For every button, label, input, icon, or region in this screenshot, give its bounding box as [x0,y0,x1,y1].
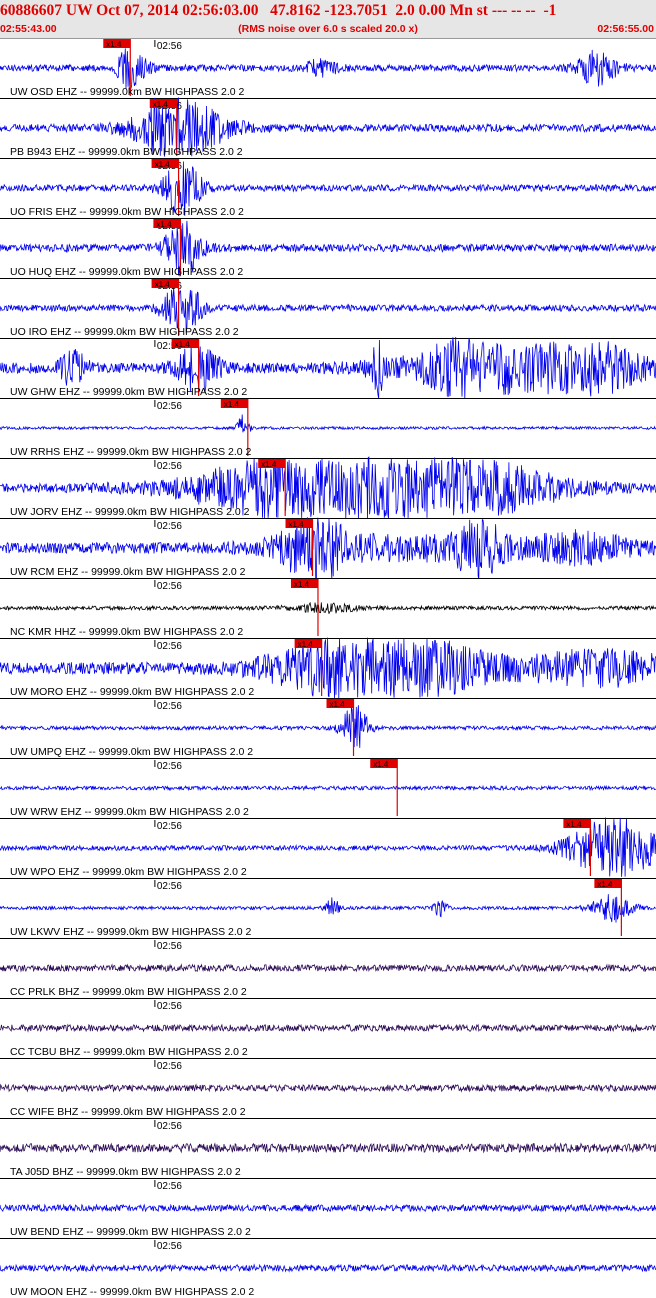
waveform-line [0,414,656,433]
trace-row: 02:56x1.4UO HUQ EHZ -- 99999.0km BW HIGH… [0,218,656,278]
pick-label: x1.4 [294,580,310,589]
minute-tick-label: 02:56 [157,641,182,652]
trace-row: 02:56x1.4UO FRIS EHZ -- 99999.0km BW HIG… [0,158,656,218]
minute-tick-label: 02:56 [157,521,182,532]
trace-row: 02:56 x1.4 UW LKWV EHZ -- 99999.0km BW HIG… [0,878,656,938]
station-label: UW UMPQ EHZ -- 99999.0km BW HIGHPASS 2.0… [10,746,253,758]
waveform-line [0,601,656,614]
pick-label: x1.4 [330,700,346,709]
waveform-line [0,894,656,923]
station-label: UW WPO EHZ -- 99999.0km BW HIGHPASS 2.0 … [10,866,247,878]
trace-row: 02:56 UW MOON EHZ -- 99999.0km BW HIGHPAS… [0,1238,656,1298]
pick-label: x1.4 [153,100,169,109]
scale-note-label: (RMS noise over 6.0 s scaled 20.0 x) [238,23,418,35]
minute-tick-label: 02:56 [157,1181,182,1192]
minute-tick-label: 02:56 [157,1001,182,1012]
minute-tick-label: 02:56 [157,1121,182,1132]
station-label: CC PRLK BHZ -- 99999.0km BW HIGHPASS 2.0… [10,986,247,998]
station-label: UW RCM EHZ -- 99999.0km BW HIGHPASS 2.0 … [10,566,246,578]
trace-row: 02:56 UW BEND EHZ -- 99999.0km BW HIGHPAS… [0,1178,656,1238]
trace-row: 02:56 x1.4 UW RRHS EHZ -- 99999.0km BW HIG… [0,398,656,458]
station-label: UW WRW EHZ -- 99999.0km BW HIGHPASS 2.0 … [10,806,249,818]
trace-row: 02:56 x1.4 UW RCM EHZ -- 99999.0km BW HIGH… [0,517,656,580]
minute-tick-label: 02:56 [157,821,182,832]
pick-label: x1.4 [156,220,172,229]
pick-label: x1.4 [155,160,171,169]
minute-tick-label: 02:56 [157,401,182,412]
pick-label: x1.4 [298,640,314,649]
waveform-line [0,705,656,748]
trace-row: 02:56x1.4UO IRO EHZ -- 99999.0km BW HIGH… [0,278,656,338]
waveform-line [0,1142,656,1154]
station-label: PB B943 EHZ -- 99999.0km BW HIGHPASS 2.0… [10,146,243,158]
waveform-line [0,963,656,973]
trace-row: 02:56 x1.4 UW WPO EHZ -- 99999.0km BW HIGH… [0,817,656,878]
pick-label: x1.4 [289,520,305,529]
waveform-line [0,1203,656,1213]
waveform-line [0,1023,656,1033]
trace-row: 02:56 TA J05D BHZ -- 99999.0km BW HIGHPAS… [0,1118,656,1178]
waveform-line [0,784,656,792]
minute-tick-label: 02:56 [157,41,182,52]
pick-label: x1.4 [566,820,582,829]
trace-row: 02:56 x1.4 UW WRW EHZ -- 99999.0km BW HIGH… [0,758,656,818]
minute-tick-label: 02:56 [157,1241,182,1252]
station-label: UO HUQ EHZ -- 99999.0km BW HIGHPASS 2.0 … [10,266,243,278]
station-label: TA J05D BHZ -- 99999.0km BW HIGHPASS 2.0… [10,1166,241,1178]
station-label: UO IRO EHZ -- 99999.0km BW HIGHPASS 2.0 … [10,326,239,338]
trace-row: 02:56x1.4PB B943 EHZ -- 99999.0km BW HIG… [0,97,656,158]
station-label: CC WIFE BHZ -- 99999.0km BW HIGHPASS 2.0… [10,1106,246,1118]
minute-tick-label: 02:56 [157,581,182,592]
minute-tick-label: 02:56 [157,701,182,712]
seismogram-panel: 02:56 x1.4 UW OSD EHZ -- 99999.0km BW HIGH… [0,39,656,1298]
station-label: UW MORO EHZ -- 99999.0km BW HIGHPASS 2.0… [10,686,254,698]
pick-label: x1.4 [261,460,277,469]
station-label: UW GHW EHZ -- 99999.0km BW HIGHPASS 2.0 … [10,386,247,398]
station-label: NC KMR HHZ -- 99999.0km BW HIGHPASS 2.0 … [10,626,243,638]
trace-row: 02:56 x1.4 UW OSD EHZ -- 99999.0km BW HIGH… [0,39,656,98]
event-header: 60886607 UW Oct 07, 2014 02:56:03.00 47.… [0,0,656,39]
station-label: UW BEND EHZ -- 99999.0km BW HIGHPASS 2.0… [10,1226,251,1238]
trace-row: 02:56 x1.4 UW JORV EHZ -- 99999.0km BW HIG… [0,456,656,519]
end-time-label: 02:56:55.00 [597,23,654,35]
trace-row: 02:56x1.4UW GHW EHZ -- 99999.0km BW HIGH… [0,336,656,400]
pick-label: x1.4 [106,40,122,49]
station-label: UW OSD EHZ -- 99999.0km BW HIGHPASS 2.0 … [10,86,245,98]
trace-row: 02:56 x1.4 UW MORO EHZ -- 99999.0km BW HIG… [0,637,656,699]
minute-tick-label: 02:56 [157,461,182,472]
pick-label: x1.4 [373,760,389,769]
trace-row: 02:56 x1.4 UW UMPQ EHZ -- 99999.0km BW HIG… [0,698,656,758]
minute-tick-label: 02:56 [157,761,182,772]
trace-row: 02:56 CC TCBU BHZ -- 99999.0km BW HIGHPAS… [0,998,656,1058]
waveform-line [0,1083,656,1093]
pick-label: x1.4 [155,280,171,289]
pick-label: x1.4 [175,340,191,349]
waveform-line [0,1263,656,1273]
minute-tick-label: 02:56 [157,881,182,892]
station-label: UO FRIS EHZ -- 99999.0km BW HIGHPASS 2.0… [10,206,244,218]
station-label: UW RRHS EHZ -- 99999.0km BW HIGHPASS 2.0… [10,446,252,458]
station-label: UW JORV EHZ -- 99999.0km BW HIGHPASS 2.0… [10,506,250,518]
event-title: 60886607 UW Oct 07, 2014 02:56:03.00 47.… [0,2,557,19]
pick-label: x1.4 [224,400,240,409]
trace-row: 02:56 CC WIFE BHZ -- 99999.0km BW HIGHPAS… [0,1058,656,1118]
station-label: UW LKWV EHZ -- 99999.0km BW HIGHPASS 2.0… [10,926,252,938]
station-label: CC TCBU BHZ -- 99999.0km BW HIGHPASS 2.0… [10,1046,248,1058]
trace-row: 02:56 CC PRLK BHZ -- 99999.0km BW HIGHPAS… [0,938,656,998]
minute-tick-label: 02:56 [157,941,182,952]
station-label: UW MOON EHZ -- 99999.0km BW HIGHPASS 2.0… [10,1286,254,1298]
trace-row: 02:56 x1.4 NC KMR HHZ -- 99999.0km BW HIGH… [0,578,656,638]
pick-label: x1.4 [597,880,613,889]
minute-tick-label: 02:56 [157,1061,182,1072]
